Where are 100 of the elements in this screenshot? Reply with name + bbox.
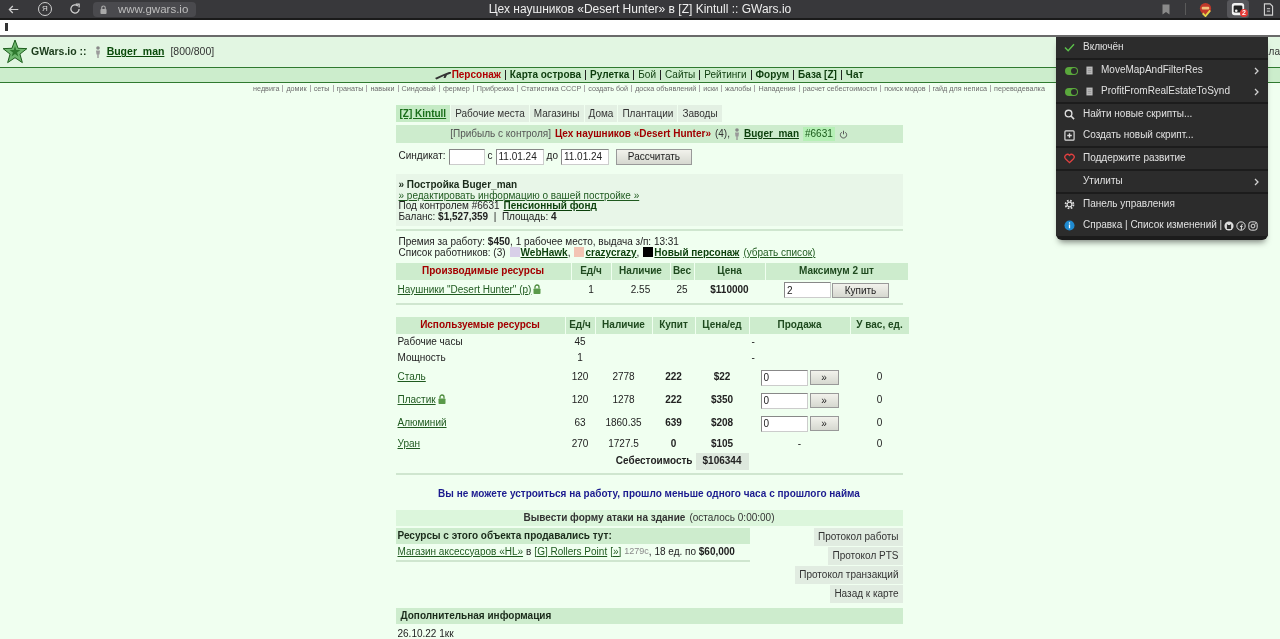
balance-text: Баланс: $1,527,359 | Площадь: 4 — [398, 211, 558, 222]
back-icon[interactable] — [8, 3, 19, 15]
table-cell-text: 1278 — [611, 393, 636, 408]
tab[interactable]: Магазины — [529, 105, 584, 122]
gear-icon — [1064, 199, 1075, 210]
page-icon[interactable] — [1262, 2, 1275, 16]
power-icon[interactable] — [838, 129, 848, 139]
edit-link[interactable]: » редактировать информацию о вашей постройке » — [398, 189, 640, 201]
quantity-field[interactable]: 0 — [760, 369, 808, 386]
control-text: Под контролем #6631 — [398, 200, 500, 211]
quantity-field[interactable]: 2 — [784, 282, 831, 298]
resource-link[interactable]: Алюминий — [397, 417, 447, 429]
nav-link[interactable]: Форум — [755, 70, 790, 80]
syndicate-field[interactable] — [448, 148, 485, 165]
table-cell-text: - — [796, 436, 803, 451]
address-bar[interactable]: www.gwars.io — [93, 1, 197, 17]
field-label: Синдикат: — [398, 150, 446, 163]
table-cell-text: 222 — [664, 393, 683, 408]
hide-list-link[interactable]: (убрать список) — [743, 247, 816, 258]
tab[interactable]: Заводы — [678, 105, 722, 122]
resource-link[interactable]: Уран — [397, 437, 421, 449]
count-text: (4), — [714, 127, 730, 141]
column-header: Используемые ресурсы — [395, 317, 565, 334]
tab[interactable]: Дома — [584, 105, 618, 122]
column-header: Цена/ед — [695, 317, 749, 334]
reload-icon[interactable] — [69, 3, 81, 15]
menu-item[interactable]: Включён — [1056, 37, 1268, 58]
table-cell-text: 639 — [664, 416, 683, 431]
menu-item[interactable]: MoveMapAndFilterRes — [1056, 60, 1268, 81]
column-header: Цена — [694, 263, 765, 280]
action-button[interactable]: Протокол работы — [813, 528, 903, 546]
attack-link[interactable]: Вывести форму атаки на здание — [523, 511, 686, 525]
table-cell-text: 63 — [573, 416, 587, 431]
rifle-icon — [434, 70, 451, 80]
table-cell-text: 1 — [576, 350, 584, 365]
calculate-button[interactable]: Рассчитать — [615, 148, 692, 165]
tab[interactable]: Рабочие места — [451, 105, 529, 122]
sell-button[interactable]: » — [809, 393, 839, 408]
worker-link[interactable]: WebHawk — [520, 247, 568, 258]
lock-icon — [100, 4, 107, 14]
quantity-field[interactable]: 0 — [760, 392, 808, 409]
table-cell-text: 0 — [875, 370, 884, 385]
menu-item[interactable]: Найти новые скрипты... — [1056, 104, 1268, 125]
table-cell-text: 120 — [570, 393, 590, 408]
action-button[interactable]: Протокол транзакций — [795, 566, 903, 584]
nav-link[interactable]: Бой — [638, 70, 656, 80]
menu-item[interactable]: Панель управления — [1056, 194, 1268, 215]
owner-link[interactable]: Buger_man — [743, 127, 799, 141]
resource-link[interactable]: Пластик — [397, 394, 436, 406]
sell-button[interactable]: » — [809, 370, 839, 385]
nav-link[interactable]: Чат — [845, 70, 864, 80]
table-cell-text: 0 — [875, 416, 884, 431]
action-button[interactable]: Протокол PTS — [828, 547, 903, 565]
fund-link[interactable]: Пенсионный фонд — [503, 200, 597, 211]
table-cell: $106344 — [695, 453, 749, 470]
worker-link[interactable]: crazycrazy — [585, 247, 637, 258]
table-cell-text: 2778 — [611, 370, 636, 385]
quantity-field[interactable]: 0 — [760, 415, 808, 432]
tab[interactable]: Плантации — [618, 105, 678, 122]
plain-text: в — [526, 545, 532, 559]
section-header: Дополнительная информация — [395, 608, 903, 624]
sell-button[interactable]: » — [809, 416, 839, 431]
figure-icon — [733, 128, 740, 140]
menu-item[interactable]: Создать новый скрипт... — [1056, 125, 1268, 146]
circled-f-icon[interactable] — [1236, 220, 1247, 231]
nav-link[interactable]: Рулетка — [590, 70, 630, 80]
nav-link[interactable]: Карта острова — [509, 70, 582, 80]
round-emblem-icon[interactable] — [1224, 220, 1235, 231]
buy-button[interactable]: Купить — [832, 282, 889, 298]
toggle-switch[interactable] — [1065, 66, 1078, 75]
nav-link[interactable]: Персонаж — [451, 70, 501, 80]
column-header: Продажа — [749, 317, 850, 334]
menu-item[interactable]: Поддержите развитие — [1056, 148, 1268, 169]
column-header: Ед/ч — [565, 317, 595, 334]
location-link[interactable]: [G] Rollers Point — [534, 545, 608, 559]
table-cell-text: $208 — [709, 416, 735, 431]
nav-link[interactable]: Рейтинги — [704, 70, 747, 80]
menu-item[interactable]: ProfitFromRealEstateToSynd — [1056, 81, 1268, 102]
profit-tag: [Прибыль с контроля] — [450, 127, 551, 141]
worker-link[interactable]: Новый персонаж — [654, 247, 740, 258]
field-label: до — [546, 150, 558, 163]
tab[interactable]: [Z] Kintull — [395, 105, 451, 122]
date-field[interactable]: 11.01.24 — [560, 148, 609, 165]
section-header: Ресурсы с этого объекта продавались тут: — [395, 528, 750, 544]
date-field[interactable]: 11.01.24 — [495, 148, 544, 165]
go-link[interactable]: [»] — [610, 545, 622, 559]
bookmark-icon[interactable] — [1162, 3, 1170, 15]
action-button[interactable]: Назад к карте — [830, 585, 903, 603]
toggle-switch[interactable] — [1065, 87, 1078, 96]
menu-item[interactable]: Утилиты — [1056, 171, 1268, 192]
resource-link[interactable]: Сталь — [397, 371, 426, 383]
user-link[interactable]: Buger_man — [106, 45, 165, 59]
table-cell-text: 25 — [675, 282, 689, 297]
nav-link[interactable]: Сайты — [665, 70, 696, 80]
camera-icon[interactable] — [1248, 220, 1259, 231]
nav-link[interactable]: База [Z] — [798, 70, 837, 80]
resource-link[interactable]: Наушники "Desert Hunter" (р) — [397, 283, 532, 295]
shop-link[interactable]: Магазин аксессуаров «HL» — [397, 545, 524, 559]
menu-item[interactable]: Справка | Список изменений | — [1056, 215, 1268, 236]
extension-icon[interactable] — [1198, 1, 1213, 17]
